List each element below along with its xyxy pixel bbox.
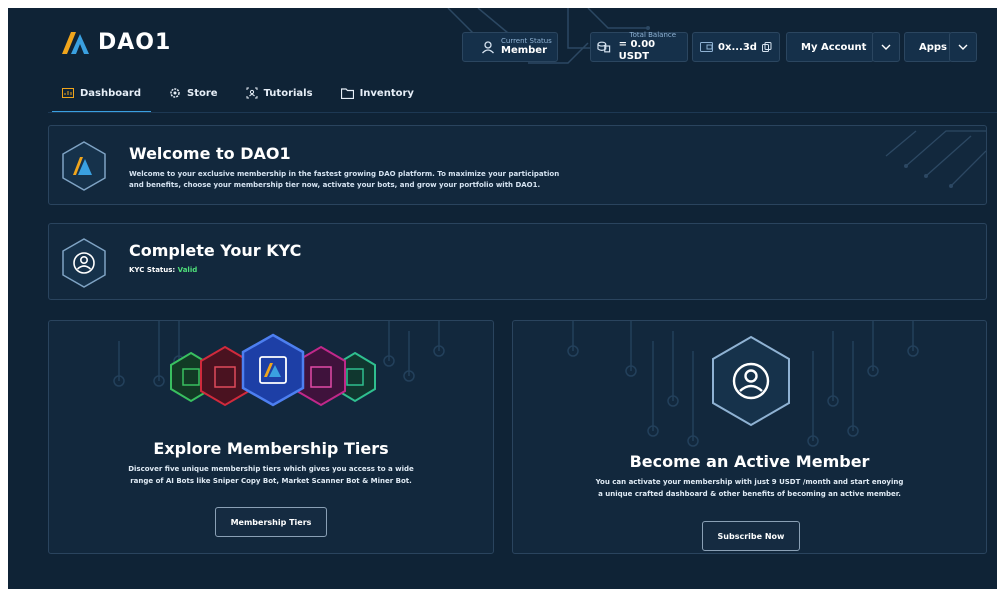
subscribe-now-button[interactable]: Subscribe Now (702, 521, 800, 551)
welcome-line-2: and benefits, choose your membership tie… (129, 181, 541, 189)
tiers-line-2: range of AI Bots like Sniper Copy Bot, M… (130, 477, 412, 485)
dao1-badge-icon (62, 141, 106, 191)
nav-dashboard[interactable]: Dashboard (48, 80, 155, 113)
nav-divider (48, 112, 997, 113)
wallet-address: 0x...3d (718, 41, 757, 53)
apps-button[interactable]: Apps (904, 32, 952, 62)
welcome-title: Welcome to DAO1 (129, 144, 291, 163)
coins-icon (597, 41, 611, 53)
welcome-hex-badge (61, 141, 107, 195)
kyc-text-block: Complete Your KYC KYC Status: Valid (129, 241, 301, 274)
tutorial-icon (246, 87, 258, 99)
tiers-line-1: Discover five unique membership tiers wh… (128, 465, 414, 473)
balance-label: Total Balance (629, 30, 677, 39)
chevron-down-icon (958, 44, 968, 50)
welcome-line-1: Welcome to your exclusive membership in … (129, 170, 560, 178)
membership-tiers-card: Explore Membership Tiers Discover five u… (48, 320, 494, 554)
member-hex-badge (712, 335, 790, 427)
member-line-2: a unique crafted dashboard & other benef… (598, 490, 901, 498)
tier-badges-graphic (170, 333, 376, 407)
kyc-title: Complete Your KYC (129, 241, 302, 260)
membership-tiers-button[interactable]: Membership Tiers (215, 507, 327, 537)
apps-dropdown-button[interactable] (949, 32, 977, 62)
nav-tutorials-label: Tutorials (263, 87, 313, 99)
dashboard-icon (62, 88, 74, 98)
status-label: Current Status (501, 36, 552, 45)
nav-tutorials[interactable]: Tutorials (232, 80, 327, 106)
welcome-text-block: Welcome to DAO1 Welcome to your exclusiv… (129, 144, 559, 191)
kyc-status: KYC Status: Valid (129, 266, 301, 274)
my-account-button[interactable]: My Account (786, 32, 874, 62)
tiers-title: Explore Membership Tiers (153, 439, 389, 458)
balance-value: = 0.00 USDT (618, 38, 656, 62)
logo-text: DAO1 (98, 30, 172, 55)
chevron-down-icon (881, 44, 891, 50)
folder-icon (340, 87, 354, 99)
kyc-status-label: KYC Status: (129, 266, 178, 274)
current-status-pill[interactable]: Current Status Member (462, 32, 558, 62)
status-value: Member (501, 44, 548, 56)
nav-dashboard-label: Dashboard (80, 87, 141, 99)
my-account-label: My Account (801, 41, 867, 53)
nav-store-label: Store (187, 87, 218, 99)
logo[interactable]: DAO1 (62, 30, 171, 55)
active-member-card: Become an Active Member You can activate… (512, 320, 987, 554)
member-title: Become an Active Member (629, 452, 870, 471)
welcome-circuit-decoration (885, 130, 986, 188)
nav-inventory-label: Inventory (359, 87, 414, 99)
user-circle-icon (62, 238, 106, 288)
top-bar: DAO1 Current Status Member Total Balance… (8, 8, 997, 68)
app-frame: DAO1 Current Status Member Total Balance… (8, 8, 997, 589)
welcome-card: Welcome to DAO1 Welcome to your exclusiv… (48, 125, 987, 205)
account-dropdown-button[interactable] (872, 32, 900, 62)
nav-store[interactable]: Store (155, 80, 232, 106)
dao1-logo-icon (62, 31, 89, 54)
kyc-status-value: Valid (177, 266, 198, 274)
apps-label: Apps (919, 41, 948, 53)
gear-icon (170, 88, 180, 98)
balance-pill[interactable]: Total Balance = 0.00 USDT (590, 30, 688, 62)
kyc-card[interactable]: Complete Your KYC KYC Status: Valid (48, 223, 987, 300)
main-nav: Dashboard Store Tutorials Inventory (48, 80, 428, 113)
member-line-1: You can activate your membership with ju… (595, 478, 904, 486)
wallet-pill[interactable]: 0x...3d (692, 32, 780, 62)
user-icon (482, 41, 494, 54)
wallet-icon (700, 42, 714, 52)
kyc-hex-badge (61, 238, 107, 292)
nav-inventory[interactable]: Inventory (327, 80, 428, 106)
copy-icon[interactable] (761, 42, 772, 52)
